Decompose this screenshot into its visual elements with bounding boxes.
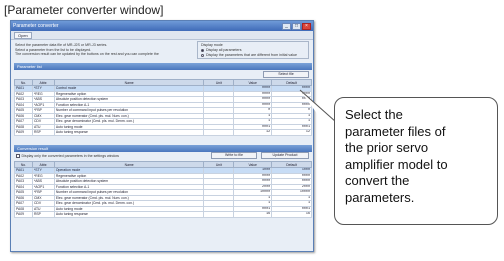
table-cell: RSP — [31, 129, 55, 136]
callout-line: amplifier model to — [345, 156, 448, 172]
write-to-file-button[interactable]: Write to file — [211, 152, 257, 159]
table-cell — [203, 129, 235, 136]
table-cell — [203, 211, 235, 218]
callout-line: Select the — [345, 107, 403, 122]
minimize-icon[interactable]: _ — [282, 22, 291, 30]
menubar: Open — [11, 31, 313, 40]
radio-different[interactable] — [201, 54, 204, 57]
table-cell: 16 — [271, 211, 312, 218]
parameter-converter-window: Parameter converter _ □ × Open Select th… — [10, 20, 314, 252]
upper-parameter-table: No. Abbr. Name Unit Value Default PA01 *STY Con… — [14, 79, 312, 136]
instruction-callout: Select the parameter files of the prior … — [334, 97, 498, 225]
display-mode-group: Display mode Display all parameters Disp… — [197, 41, 309, 59]
table-cell: Auto tuning response — [53, 211, 205, 218]
display-converted-checkbox[interactable] — [16, 154, 20, 158]
radio-all[interactable] — [201, 49, 204, 52]
callout-line: the prior servo — [345, 140, 429, 155]
table-cell: RSP — [31, 211, 55, 218]
table-cell[interactable]: 12 — [233, 129, 273, 136]
callout-line: parameters. — [345, 189, 415, 205]
select-file-button[interactable]: Select file — [263, 71, 309, 78]
upper-section-header: Parameter list — [14, 63, 312, 70]
display-converted-label: Display only the converted parameters in… — [21, 154, 119, 158]
table-cell: PA09 — [14, 211, 33, 218]
figure-caption: [Parameter converter window] — [4, 3, 164, 17]
open-menu-button[interactable]: Open — [14, 31, 32, 39]
table-cell: PA09 — [14, 129, 33, 136]
window-title: Parameter converter — [13, 23, 59, 29]
table-row[interactable]: PA09 RSP Auto tuning response 16 16 — [14, 211, 312, 218]
table-cell: Auto tuning response — [53, 129, 205, 136]
window-titlebar: Parameter converter _ □ × — [11, 21, 313, 31]
table-cell: 12 — [271, 129, 312, 136]
close-icon[interactable]: × — [302, 22, 311, 30]
lower-parameter-table: No. Abbr. Name Unit Value Default PA01 *STY Ope… — [14, 161, 312, 218]
radio-different-label: Display the parameters that are differen… — [206, 53, 298, 57]
description-text: Select the parameter data file of MR-J2S… — [15, 43, 195, 57]
callout-line: parameter files of — [345, 123, 446, 139]
lower-section-header: Conversion result — [14, 145, 312, 152]
callout-line: convert the — [345, 173, 410, 188]
table-row[interactable]: PA09 RSP Auto tuning response 12 12 — [14, 129, 312, 136]
table-cell[interactable]: 16 — [233, 211, 273, 218]
display-converted-checkbox-row: Display only the converted parameters in… — [16, 154, 119, 158]
update-product-button[interactable]: Update Product — [261, 152, 309, 159]
maximize-icon[interactable]: □ — [292, 22, 301, 30]
description-line: The conversion result can be updated by … — [15, 52, 159, 56]
